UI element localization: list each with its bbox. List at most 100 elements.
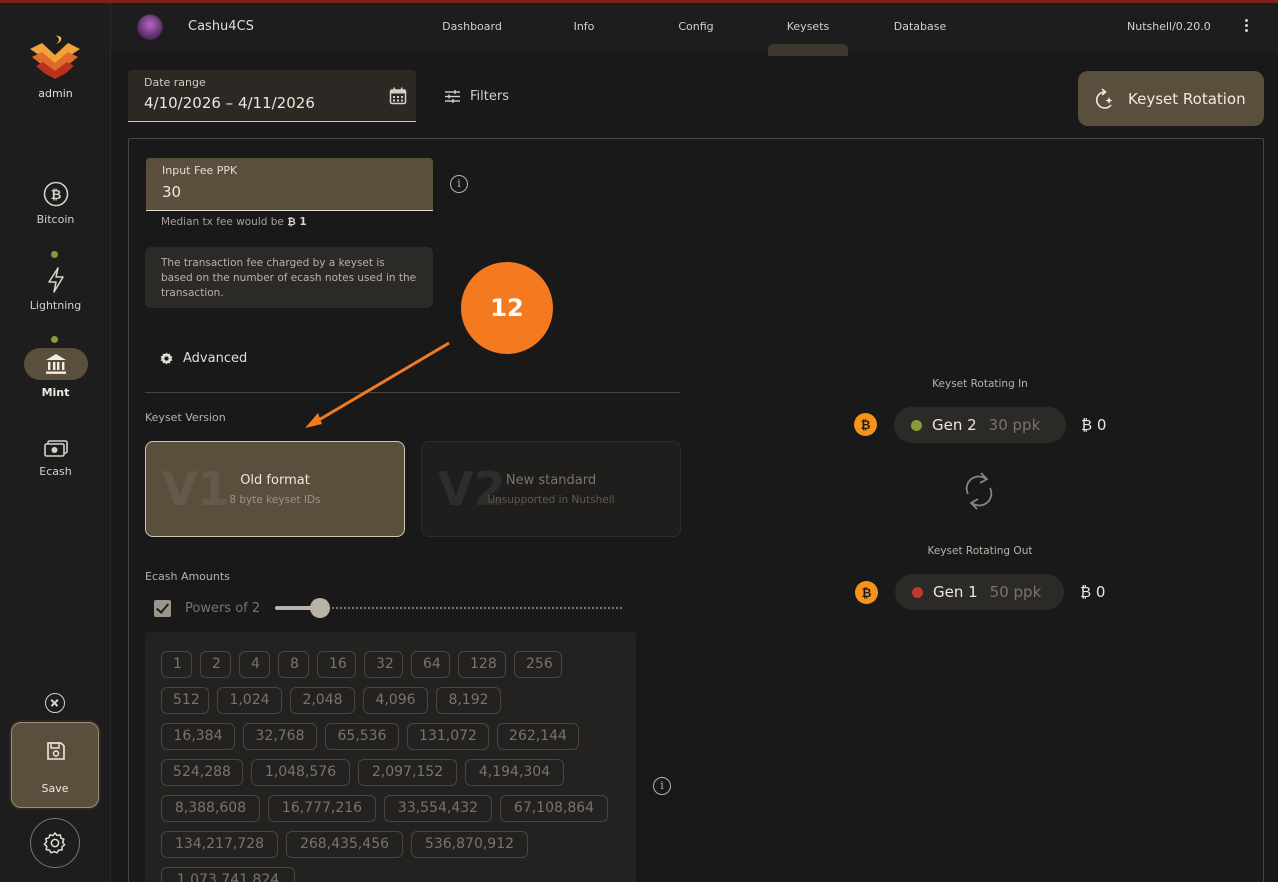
amount-chip[interactable]: 16 — [317, 651, 356, 678]
amount-chip[interactable]: 8,192 — [436, 687, 501, 714]
lightning-icon — [47, 267, 64, 293]
nav-lightning-label: Lightning — [29, 299, 82, 312]
app-name: Cashu4CS — [188, 19, 254, 34]
date-range-value: 4/10/2026 – 4/11/2026 — [144, 94, 315, 112]
tab-info[interactable]: Info — [539, 20, 629, 33]
amount-chip[interactable]: 1,073,741,824 — [161, 867, 295, 882]
date-range-label: Date range — [144, 76, 206, 89]
gear-icon — [160, 352, 173, 365]
status-dot — [51, 336, 58, 343]
gear-icon — [43, 832, 66, 854]
amount-chip[interactable]: 67,108,864 — [500, 795, 608, 822]
amount-chip[interactable]: 536,870,912 — [411, 831, 528, 858]
median-fee-value: ₿ 1 — [287, 216, 307, 228]
tab-keysets[interactable]: Keysets — [763, 20, 853, 33]
bitcoin-badge-icon: ₿ — [854, 413, 877, 436]
keyset-rotation-button[interactable]: Keyset Rotation — [1078, 71, 1264, 126]
rotating-in-keyset: Gen 2 30 ppk — [894, 407, 1066, 443]
amount-chip[interactable]: 131,072 — [407, 723, 489, 750]
settings-button[interactable] — [30, 818, 80, 868]
tab-database[interactable]: Database — [875, 20, 965, 33]
amount-chip[interactable]: 1 — [161, 651, 192, 678]
svg-text:₿: ₿ — [861, 418, 871, 432]
amount-chip[interactable]: 512 — [161, 687, 209, 714]
info-icon[interactable]: i — [450, 175, 468, 193]
bitcoin-icon: ₿ — [43, 181, 68, 207]
version-v1-subtitle: 8 byte keyset IDs — [229, 494, 321, 506]
nav-ecash[interactable]: Ecash — [0, 439, 111, 478]
tab-dashboard[interactable]: Dashboard — [427, 20, 517, 33]
svg-text:₿: ₿ — [50, 188, 61, 203]
ecash-amounts-label: Ecash Amounts — [145, 570, 230, 583]
advanced-toggle[interactable]: Advanced — [160, 351, 247, 366]
nav-bitcoin-label: Bitcoin — [36, 213, 75, 226]
amount-chip[interactable]: 32 — [364, 651, 403, 678]
nav-ecash-label: Ecash — [39, 465, 72, 478]
amount-chip[interactable]: 16,777,216 — [268, 795, 376, 822]
top-header: Cashu4CS Dashboard Info Config Keysets D… — [111, 3, 1278, 56]
tab-config[interactable]: Config — [651, 20, 741, 33]
rotating-out-gen: Gen 1 — [933, 583, 978, 601]
amount-chip[interactable]: 16,384 — [161, 723, 235, 750]
rotating-out-label: Keyset Rotating Out — [927, 545, 1033, 557]
version-v2-mark: V2 — [438, 462, 506, 516]
app-logo — [30, 35, 80, 79]
nav-mint-label: Mint — [41, 386, 70, 399]
active-tab-indicator — [768, 44, 848, 56]
slider-thumb[interactable] — [310, 598, 330, 618]
amount-chip[interactable]: 8 — [278, 651, 309, 678]
status-dot — [51, 251, 58, 258]
rotating-out-balance: ₿ 0 — [1080, 583, 1106, 601]
rotating-in-ppk: 30 ppk — [988, 416, 1041, 434]
amount-chip[interactable]: 524,288 — [161, 759, 243, 786]
filters-button[interactable]: Filters — [445, 89, 509, 104]
amount-chip[interactable]: 32,768 — [243, 723, 317, 750]
version-v2-title: New standard — [505, 473, 597, 488]
bitcoin-badge-icon: ₿ — [855, 581, 878, 604]
nav-mint[interactable]: Mint — [0, 348, 111, 399]
amount-chip[interactable]: 4 — [239, 651, 270, 678]
version-option-v1[interactable]: V1 Old format 8 byte keyset IDs — [145, 441, 405, 537]
amount-chip[interactable]: 268,435,456 — [286, 831, 403, 858]
calendar-icon[interactable] — [389, 87, 407, 105]
amount-chip[interactable]: 128 — [458, 651, 506, 678]
filter-sliders-icon — [445, 90, 460, 103]
status-dot-green — [911, 419, 922, 431]
nav-lightning[interactable]: Lightning — [0, 267, 111, 312]
amount-chip[interactable]: 4,194,304 — [465, 759, 564, 786]
amount-chip[interactable]: 4,096 — [363, 687, 428, 714]
save-button[interactable]: Save — [11, 722, 99, 808]
amount-chip[interactable]: 256 — [514, 651, 562, 678]
amount-chip[interactable]: 262,144 — [497, 723, 579, 750]
amount-chip[interactable]: 2,097,152 — [358, 759, 457, 786]
info-icon[interactable]: i — [653, 777, 671, 795]
input-fee-value: 30 — [162, 183, 182, 201]
rotate-sparkle-icon — [1096, 87, 1113, 109]
input-fee-field[interactable]: Input Fee PPK 30 — [146, 158, 433, 211]
powers-of-2-label: Powers of 2 — [185, 601, 261, 616]
amount-chip[interactable]: 1,048,576 — [251, 759, 350, 786]
amount-chip[interactable]: 1,024 — [217, 687, 282, 714]
nav-bitcoin[interactable]: ₿ Bitcoin — [0, 181, 111, 226]
app-avatar — [137, 14, 163, 40]
amount-chip[interactable]: 2 — [200, 651, 231, 678]
user-label: admin — [38, 87, 73, 100]
rotating-in-gen: Gen 2 — [932, 416, 977, 434]
date-range-field[interactable]: Date range 4/10/2026 – 4/11/2026 — [128, 70, 416, 122]
keyset-version-label: Keyset Version — [145, 411, 226, 424]
svg-text:₿: ₿ — [862, 586, 872, 600]
amount-chip[interactable]: 64 — [411, 651, 450, 678]
amount-chip[interactable]: 33,554,432 — [384, 795, 492, 822]
close-icon[interactable] — [45, 693, 65, 713]
amount-chip[interactable]: 134,217,728 — [161, 831, 278, 858]
amount-chip[interactable]: 8,388,608 — [161, 795, 260, 822]
rotating-in-label: Keyset Rotating In — [932, 378, 1028, 390]
mint-active-indicator — [23, 348, 88, 380]
more-menu-icon[interactable] — [1240, 17, 1252, 37]
powers-of-2-checkbox[interactable] — [154, 600, 171, 617]
rotating-in-balance: ₿ 0 — [1081, 416, 1107, 434]
version-v1-mark: V1 — [162, 462, 230, 516]
amount-chip[interactable]: 65,536 — [325, 723, 399, 750]
save-label: Save — [41, 782, 69, 795]
amount-chip[interactable]: 2,048 — [290, 687, 355, 714]
